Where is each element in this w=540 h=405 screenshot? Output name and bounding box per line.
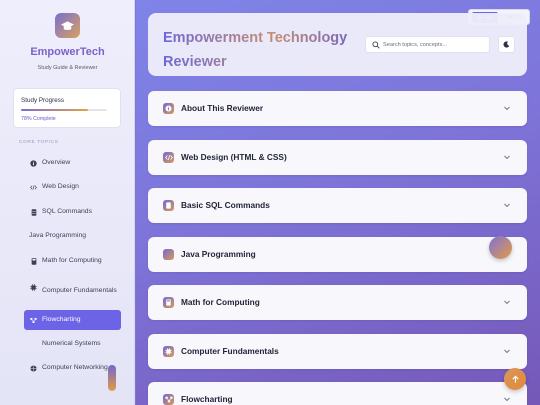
sidebar-item-java-programming[interactable]: Java Programming: [24, 226, 121, 246]
chevron-down-icon: [504, 397, 510, 402]
progress-title: Study Progress: [21, 97, 65, 104]
accordion-title: Computer Fundamentals: [181, 346, 279, 356]
sidebar-item-flowcharting[interactable]: Flowcharting: [24, 310, 121, 330]
accordion-computer-fundamentals[interactable]: Computer Fundamentals: [148, 334, 527, 369]
accordion-math-for-computing[interactable]: Math for Computing: [148, 285, 527, 320]
accordion-title: Basic SQL Commands: [181, 200, 270, 210]
flowchart-icon: [163, 394, 174, 405]
sidebar-item-label: Java Programming: [29, 232, 87, 240]
accordion-title: Flowcharting: [181, 394, 233, 404]
chevron-down-icon: [504, 300, 510, 305]
accordion-flowcharting[interactable]: Flowcharting: [148, 382, 527, 405]
flowchart-icon: [30, 317, 37, 324]
scroll-to-top-button[interactable]: [504, 368, 526, 390]
brand-subtitle: Study Guide & Reviewer: [37, 65, 98, 71]
sidebar-item-numerical-systems[interactable]: Numerical Systems: [24, 334, 121, 354]
page-title: Empowerment Technology Reviewer: [163, 26, 363, 74]
progress-track: [21, 109, 107, 111]
code-icon: [30, 184, 37, 191]
accordion-title: Math for Computing: [181, 297, 260, 307]
chip-icon: [163, 346, 174, 357]
search-icon: [372, 41, 380, 49]
sidebar-item-label: Computer Fundamentals: [42, 287, 117, 295]
java-icon: [163, 249, 174, 260]
accordion-title: About This Reviewer: [181, 103, 264, 113]
section-label: CORE TOPICS: [19, 140, 59, 145]
sidebar-item-math-for-computing[interactable]: Math for Computing: [24, 251, 121, 271]
database-icon: [30, 208, 37, 216]
chevron-down-icon: [504, 203, 510, 208]
sidebar-scrollbar[interactable]: [108, 365, 116, 391]
sidebar-item-computer-networking[interactable]: Computer Networking: [24, 358, 121, 378]
moon-icon: [503, 41, 510, 48]
calculator-icon: [163, 297, 174, 308]
accordion-basic-sql-commands[interactable]: Basic SQL Commands: [148, 188, 527, 223]
progress-label: 78% Complete: [21, 116, 56, 122]
accordion-about-this-reviewer[interactable]: About This Reviewer: [148, 91, 527, 126]
sidebar-item-computer-fundamentals[interactable]: Computer Fundamentals: [24, 276, 121, 306]
accordion-title: Web Design (HTML & CSS): [181, 152, 287, 162]
page-header: Empowerment Technology Reviewer Search t…: [148, 13, 527, 76]
chevron-down-icon: [504, 155, 510, 160]
chevron-down-icon: [504, 106, 510, 111]
sidebar-item-label: Overview: [42, 159, 71, 167]
info-icon: [163, 103, 174, 114]
code-icon: [163, 152, 174, 163]
study-progress-card: Study Progress 78% Complete: [13, 88, 121, 128]
sidebar-item-label: Flowcharting: [42, 316, 81, 324]
info-icon: [30, 159, 37, 167]
sidebar-item-label: Computer Networking: [42, 364, 108, 372]
accordion-title: Java Programming: [181, 249, 256, 259]
accordion-java-programming[interactable]: Java Programming: [148, 237, 527, 272]
network-icon: [30, 364, 37, 372]
sidebar-item-sql-commands[interactable]: SQL Commands: [24, 202, 121, 222]
chevron-down-icon: [504, 349, 510, 354]
graduation-cap-icon: [55, 13, 80, 38]
sidebar-item-label: SQL Commands: [42, 208, 92, 216]
database-icon: [163, 200, 174, 211]
sidebar-item-web-design[interactable]: Web Design: [24, 177, 121, 197]
chip-icon: [30, 284, 37, 291]
calculator-icon: [30, 257, 37, 265]
search-input[interactable]: Search topics, concepts...: [365, 36, 490, 53]
accordion-web-design[interactable]: Web Design (HTML & CSS): [148, 140, 527, 175]
sidebar-item-label: Numerical Systems: [42, 340, 101, 348]
sidebar-item-label: Web Design: [42, 183, 79, 191]
floating-orb-button[interactable]: [489, 236, 512, 259]
sidebar-item-overview[interactable]: Overview: [24, 153, 121, 173]
progress-fill: [21, 109, 89, 111]
sidebar-item-label: Math for Computing: [42, 257, 102, 265]
arrow-up-icon: [511, 375, 519, 383]
sidebar: EmpowerTech Study Guide & Reviewer Study…: [0, 0, 135, 405]
brand-name: EmpowerTech: [30, 46, 105, 58]
search-placeholder: Search topics, concepts...: [383, 42, 448, 48]
theme-toggle-button[interactable]: [498, 36, 515, 53]
